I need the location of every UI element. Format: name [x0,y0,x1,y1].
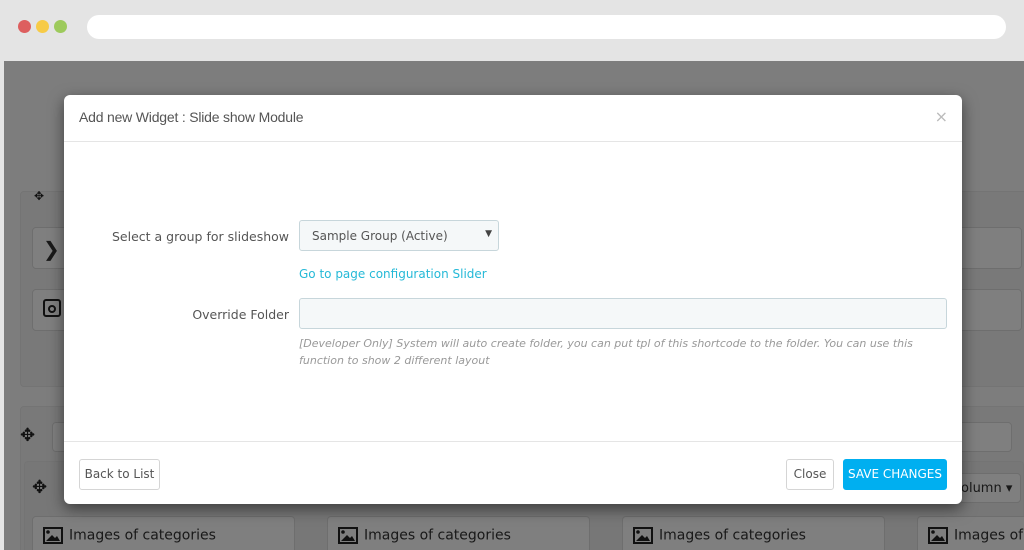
group-select-value: Sample Group (Active) [312,229,448,243]
modal-header: Add new Widget : Slide show Module × [64,95,962,142]
window-maximize-dot[interactable] [54,20,67,33]
back-to-list-button[interactable]: Back to List [79,459,160,490]
group-select[interactable]: Sample Group (Active) ▼ [299,220,499,251]
window-minimize-dot[interactable] [36,20,49,33]
modal-body: Select a group for slideshow Sample Grou… [64,142,962,442]
group-select-label: Select a group for slideshow [112,229,289,244]
override-folder-input[interactable] [299,298,947,329]
browser-chrome [0,0,1024,61]
caret-down-icon: ▼ [485,229,492,239]
modal-footer: Back to List Close SAVE CHANGES [64,441,962,504]
config-slider-link[interactable]: Go to page configuration Slider [299,267,487,281]
address-bar[interactable] [87,15,1006,39]
override-folder-help: [Developer Only] System will auto create… [299,337,913,367]
window-close-dot[interactable] [18,20,31,33]
save-changes-button[interactable]: SAVE CHANGES [843,459,947,490]
override-folder-label: Override Folder [192,307,289,322]
close-button[interactable]: Close [786,459,834,490]
close-icon[interactable]: × [935,107,948,126]
add-widget-modal: Add new Widget : Slide show Module × Sel… [64,95,962,504]
modal-title: Add new Widget : Slide show Module [79,109,304,125]
